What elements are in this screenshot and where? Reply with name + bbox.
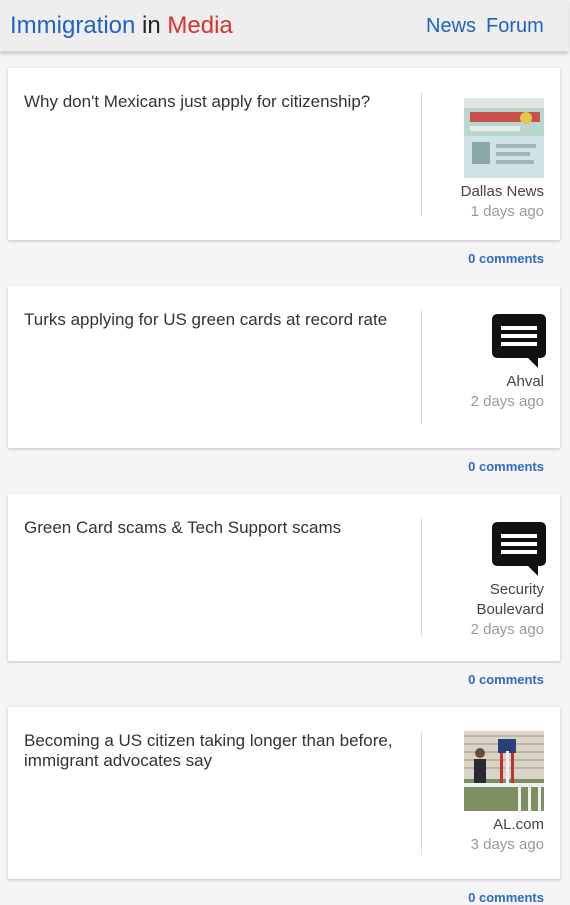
- article-time: 2 days ago: [470, 393, 544, 410]
- card-divider: [421, 310, 422, 424]
- comments-link[interactable]: 0 comments: [468, 672, 544, 687]
- site-logo[interactable]: Immigration in Media: [10, 12, 233, 40]
- top-bar: Immigration in Media News Forum: [0, 0, 568, 52]
- article-card[interactable]: Why don't Mexicans just apply for citize…: [8, 68, 560, 240]
- article-title[interactable]: Turks applying for US green cards at rec…: [24, 310, 410, 330]
- article-source: Dallas News: [460, 183, 544, 200]
- article-meta: AL.com 3 days ago: [424, 731, 544, 855]
- article-meta: Security Boulevard 2 days ago: [424, 522, 546, 640]
- article-card[interactable]: Turks applying for US green cards at rec…: [8, 286, 560, 448]
- article-source: AL.com: [493, 816, 544, 833]
- brand-word-in: in: [142, 12, 161, 39]
- card-divider: [421, 731, 422, 855]
- chat-bubble-icon: [492, 314, 546, 368]
- nav-news-link[interactable]: News: [426, 15, 476, 38]
- article-time: 3 days ago: [470, 836, 544, 853]
- article-title[interactable]: Green Card scams & Tech Support scams: [24, 518, 410, 538]
- chat-bubble-icon: [492, 522, 546, 576]
- article-source: Ahval: [506, 373, 544, 390]
- article-title[interactable]: Why don't Mexicans just apply for citize…: [24, 92, 410, 112]
- article-card[interactable]: Becoming a US citizen taking longer than…: [8, 707, 560, 879]
- article-meta: Dallas News 1 days ago: [424, 98, 544, 222]
- article-card[interactable]: Green Card scams & Tech Support scams Se…: [8, 494, 560, 661]
- article-thumbnail-image[interactable]: [464, 731, 544, 811]
- article-meta: Ahval 2 days ago: [424, 314, 546, 412]
- comments-link[interactable]: 0 comments: [468, 459, 544, 474]
- card-divider: [421, 92, 422, 216]
- comments-link[interactable]: 0 comments: [468, 890, 544, 905]
- brand-word-media: Media: [167, 12, 233, 39]
- card-divider: [421, 518, 422, 637]
- article-time: 1 days ago: [470, 203, 544, 220]
- comments-link[interactable]: 0 comments: [468, 251, 544, 266]
- article-time: 2 days ago: [470, 621, 544, 638]
- nav-forum-link[interactable]: Forum: [486, 15, 544, 38]
- article-title[interactable]: Becoming a US citizen taking longer than…: [24, 731, 410, 771]
- brand-word-immigration: Immigration: [10, 12, 136, 39]
- article-thumbnail-image[interactable]: [464, 98, 544, 178]
- article-source: Security Boulevard: [476, 581, 544, 618]
